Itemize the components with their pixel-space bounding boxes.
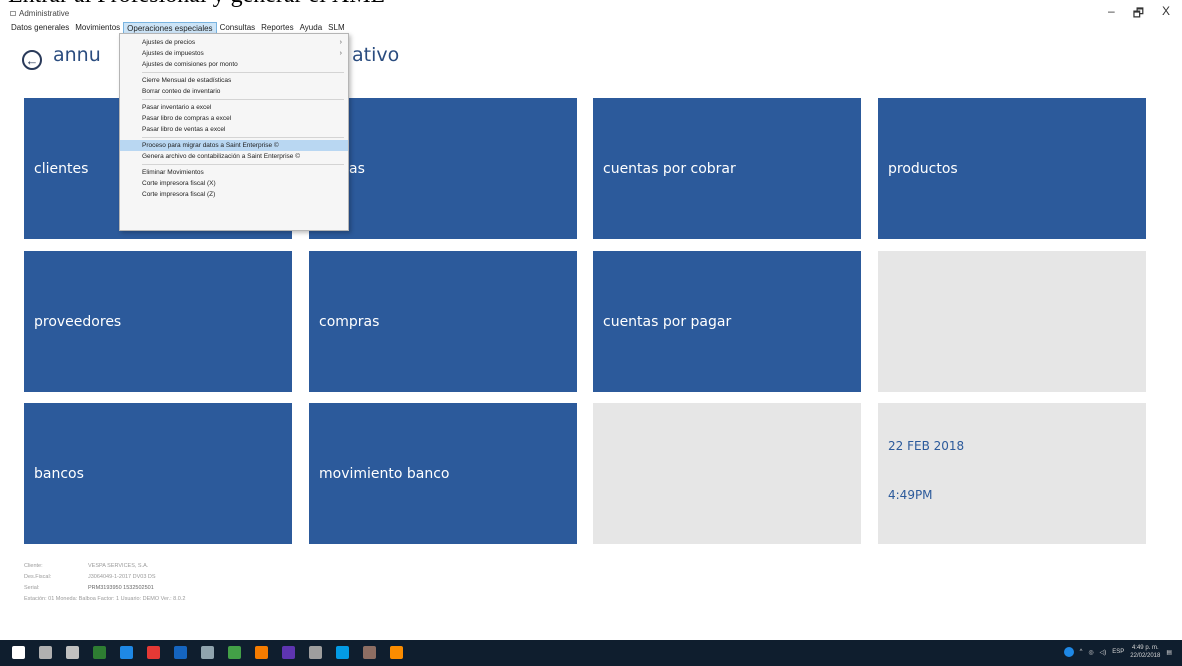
close-button[interactable]: X <box>1162 4 1170 25</box>
tile-date-time: 22 FEB 2018 4:49PM <box>878 403 1146 544</box>
start-icon[interactable] <box>12 646 25 659</box>
menu-item-ajustes-precios[interactable]: Ajustes de precios › <box>120 37 348 48</box>
taskbar: ^ ◎ ◁) ESP 4:49 p. m. 22/02/2018 ▤ <box>0 640 1182 666</box>
footer-value: VESPA SERVICES, S.A. <box>88 563 149 569</box>
tile-bancos[interactable]: bancos <box>24 403 292 544</box>
footer-row: Cliente: VESPA SERVICES, S.A. <box>24 561 185 572</box>
menu-item-corte-x[interactable]: Corte impresora fiscal (X) <box>120 178 348 189</box>
tile-label: clientes <box>34 160 89 177</box>
tile-label: cuentas por cobrar <box>603 160 736 177</box>
menu-item-ventas-excel[interactable]: Pasar libro de ventas a excel <box>120 124 348 135</box>
tile-label: proveedores <box>34 313 122 330</box>
menu-item-ajustes-comisiones[interactable]: Ajustes de comisiones por monto <box>120 59 348 70</box>
footer-label: Serial: <box>24 585 40 591</box>
tile-ventas[interactable]: as <box>309 98 577 239</box>
menu-item-borrar-conteo[interactable]: Borrar conteo de inventario <box>120 86 348 97</box>
tile-compras[interactable]: compras <box>309 251 577 392</box>
tile-label: productos <box>888 160 958 177</box>
clock[interactable]: 4:49 p. m. 22/02/2018 <box>1130 644 1160 660</box>
footer-row: Estación: 01 Moneda: Balboa Factor: 1 Us… <box>24 594 185 605</box>
tile-cuentas-por-pagar[interactable]: cuentas por pagar <box>593 251 861 392</box>
app-icon[interactable] <box>363 646 376 659</box>
footer-label: Des.Fiscal: <box>24 574 52 580</box>
window-title: Administrative <box>10 9 69 18</box>
notifications-icon[interactable]: ▤ <box>1166 649 1172 656</box>
app-icon[interactable] <box>390 646 403 659</box>
footer-label: Cliente: <box>24 563 43 569</box>
footer-value: J3064049-1-2017 DV03 DS <box>88 574 156 580</box>
arrow-left-icon: ← <box>25 52 39 68</box>
footer-value: PRM3193950 1532502501 <box>88 585 154 591</box>
tile-proveedores[interactable]: proveedores <box>24 251 292 392</box>
menu-item-contabilizacion-saint[interactable]: Genera archivo de contabilización a Sain… <box>120 151 348 162</box>
maximize-button[interactable]: 🗗 <box>1133 4 1144 25</box>
tile-label: as <box>349 160 365 177</box>
edge-icon[interactable] <box>120 646 133 659</box>
network-icon[interactable]: ◎ <box>1088 649 1093 656</box>
menu-item-migrar-saint[interactable]: Proceso para migrar datos a Saint Enterp… <box>120 140 348 151</box>
footer-row: Serial: PRM3193950 1532502501 <box>24 583 185 594</box>
menu-item-ajustes-impuestos[interactable]: Ajustes de impuestos › <box>120 48 348 59</box>
menu-item-inventario-excel[interactable]: Pasar inventario a excel <box>120 102 348 113</box>
clock-date: 22/02/2018 <box>1130 653 1161 659</box>
chrome-icon[interactable] <box>147 646 160 659</box>
language-indicator[interactable]: ESP <box>1112 649 1124 655</box>
app-icon[interactable] <box>93 646 106 659</box>
minimize-button[interactable]: – <box>1108 4 1115 25</box>
tile-productos[interactable]: productos <box>878 98 1146 239</box>
app-icon[interactable] <box>282 646 295 659</box>
app-icon[interactable] <box>201 646 214 659</box>
system-tray: ^ ◎ ◁) ESP 4:49 p. m. 22/02/2018 ▤ <box>1063 644 1172 660</box>
tile-label: compras <box>319 313 380 330</box>
menu-item-cierre-mensual[interactable]: Cierre Mensual de estadísticas <box>120 75 348 86</box>
menu-separator <box>142 137 344 138</box>
tile-label: cuentas por pagar <box>603 313 732 330</box>
menu-separator <box>142 99 344 100</box>
search-icon[interactable] <box>39 646 52 659</box>
date-label: 22 FEB 2018 <box>888 439 965 453</box>
footer-info: Cliente: VESPA SERVICES, S.A. Des.Fiscal:… <box>24 561 185 605</box>
window-controls: – 🗗 X <box>1108 4 1170 25</box>
app-icon <box>10 11 16 17</box>
menu-item-corte-z[interactable]: Corte impresora fiscal (Z) <box>120 189 348 200</box>
volume-icon[interactable]: ◁) <box>1100 649 1107 656</box>
time-label: 4:49PM <box>888 488 933 502</box>
back-button[interactable]: ← <box>22 50 42 70</box>
chevron-up-icon[interactable]: ^ <box>1080 649 1083 655</box>
title-bar: Administrative – 🗗 X <box>0 0 1182 20</box>
tile-movimiento-banco[interactable]: movimiento banco <box>309 403 577 544</box>
task-view-icon[interactable] <box>66 646 79 659</box>
chevron-right-icon: › <box>339 39 342 46</box>
taskbar-apps <box>12 646 403 659</box>
tile-empty <box>593 403 861 544</box>
tray-app-icon[interactable] <box>1063 647 1074 657</box>
footer-row: Des.Fiscal: J3064049-1-2017 DV03 DS <box>24 572 185 583</box>
window-title-text: Administrative <box>19 9 70 18</box>
app-icon[interactable] <box>309 646 322 659</box>
menu-separator <box>142 164 344 165</box>
menu-item-compras-excel[interactable]: Pasar libro de compras a excel <box>120 113 348 124</box>
app-icon[interactable] <box>336 646 349 659</box>
menu-datos-generales[interactable]: Datos generales <box>8 22 72 34</box>
chevron-right-icon: › <box>339 50 342 57</box>
footer-label: Estación: 01 Moneda: Balboa Factor: 1 Us… <box>24 596 186 602</box>
menu-movimientos[interactable]: Movimientos <box>72 22 123 34</box>
tile-empty <box>878 251 1146 392</box>
menu-separator <box>142 72 344 73</box>
app-icon[interactable] <box>228 646 241 659</box>
clock-time: 4:49 p. m. <box>1131 645 1159 651</box>
word-icon[interactable] <box>174 646 187 659</box>
tile-label: bancos <box>34 465 84 482</box>
page-title-start: annu <box>53 44 101 66</box>
menu-item-eliminar-movimientos[interactable]: Eliminar Movimientos <box>120 167 348 178</box>
operaciones-especiales-dropdown: Ajustes de precios › Ajustes de impuestos… <box>119 33 349 231</box>
page-title-end: ativo <box>352 44 400 66</box>
app-icon[interactable] <box>255 646 268 659</box>
tile-label: movimiento banco <box>319 465 450 482</box>
tile-cuentas-por-cobrar[interactable]: cuentas por cobrar <box>593 98 861 239</box>
